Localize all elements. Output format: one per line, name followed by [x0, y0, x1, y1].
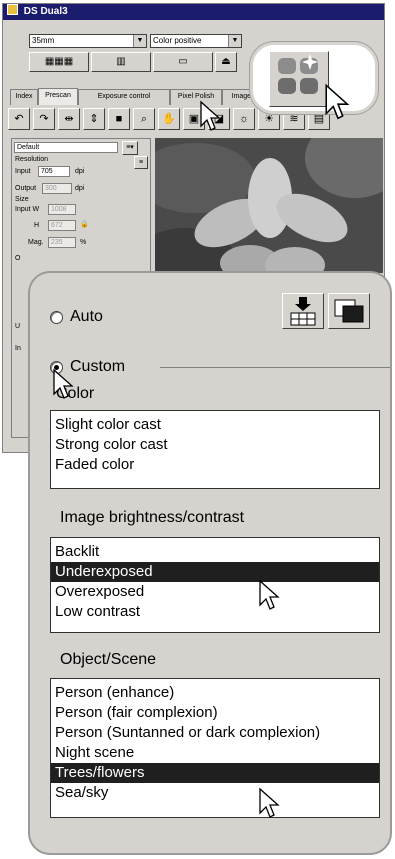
scan-button[interactable]: ▭	[153, 52, 213, 72]
resolution-label: Resolution	[15, 156, 49, 163]
zoom-callout	[250, 42, 378, 120]
brightness-icon[interactable]: ☼	[233, 108, 255, 130]
input-unit: dpi	[75, 168, 85, 175]
flip-horizontal-icon[interactable]: ⇹	[58, 108, 80, 130]
partial-label-o: O	[15, 255, 21, 262]
flip-vertical-icon[interactable]: ⇕	[83, 108, 105, 130]
rotate-right-icon[interactable]: ↷	[33, 108, 55, 130]
list-item[interactable]: Person (enhance)	[51, 683, 379, 703]
rotate-left-icon[interactable]: ↶	[8, 108, 30, 130]
tab-label: Pixel Polish	[177, 93, 215, 100]
pointer-cursor-icon	[325, 83, 350, 120]
download-grid-icon	[290, 297, 316, 326]
chevron-down-icon: ▼	[133, 35, 146, 47]
prescan-preview-image[interactable]	[155, 138, 383, 273]
output-dpi-select[interactable]: 300	[42, 183, 72, 194]
pixel-polish-icon	[278, 54, 318, 94]
title-bar: DS Dual3	[3, 4, 384, 20]
chevron-down-icon: ▼	[228, 35, 241, 47]
input-label: Input	[15, 168, 31, 175]
partial-label-u: U	[15, 323, 21, 330]
size-label: Size	[15, 196, 29, 203]
eject-icon: ⏏	[221, 56, 231, 67]
apply-button[interactable]	[282, 293, 324, 329]
list-item[interactable]: Sea/sky	[51, 783, 379, 803]
list-item[interactable]: Night scene	[51, 743, 379, 763]
tab-label: Exposure control	[97, 93, 151, 100]
color-listbox[interactable]: Slight color cast Strong color cast Fade…	[50, 410, 380, 489]
zoom-icon[interactable]: ⌕	[133, 108, 155, 130]
eject-button[interactable]: ⏏	[215, 52, 237, 72]
film-type-value: Color positive	[153, 36, 202, 45]
input-width-label: Input W	[15, 206, 40, 213]
flower-image	[155, 138, 383, 273]
tab-bar: Index Prescan Exposure control Pixel Pol…	[10, 88, 270, 105]
list-item[interactable]: Person (Suntanned or dark complexion)	[51, 723, 379, 743]
list-item[interactable]: Backlit	[51, 542, 379, 562]
input-width-value: 1008	[51, 206, 67, 213]
brightness-section-title: Image brightness/contrast	[60, 509, 245, 526]
index-scan-button[interactable]: ▦▦▦	[29, 52, 89, 72]
resolution-menu-icon[interactable]: ≡	[134, 156, 148, 169]
pixel-polish-panel: Auto Custom Color Slight color cast Stro…	[28, 271, 392, 855]
output-dpi-value: 300	[45, 185, 57, 192]
window-title: DS Dual3	[23, 6, 68, 17]
custom-divider	[160, 367, 390, 368]
list-item[interactable]: Slight color cast	[51, 415, 379, 435]
height-field[interactable]: 672	[48, 220, 76, 231]
crop-icon[interactable]: ■	[108, 108, 130, 130]
tab-exposure-control[interactable]: Exposure control	[78, 89, 170, 105]
compare-button[interactable]	[328, 293, 370, 329]
output-label: Output	[15, 185, 37, 192]
auto-label: Auto	[70, 308, 103, 325]
lock-icon[interactable]: 🔒	[80, 220, 89, 228]
custom-label: Custom	[70, 358, 126, 375]
pointer-cursor-icon	[200, 100, 221, 131]
film-format-select[interactable]: 35mm ▼	[29, 34, 147, 48]
prescan-button[interactable]: ▥	[91, 52, 151, 72]
tab-label: Index	[15, 93, 33, 100]
preset-menu-icon[interactable]: ≡▾	[122, 141, 138, 155]
film-strip-icon: ▦▦▦	[44, 56, 74, 67]
magnification-field[interactable]: 235	[48, 237, 76, 248]
compare-frames-icon	[334, 299, 364, 323]
tab-label: Prescan	[45, 92, 71, 99]
input-width-field[interactable]: 1008	[48, 204, 76, 215]
list-item-selected[interactable]: Trees/flowers	[51, 763, 379, 783]
tab-index[interactable]: Index	[10, 89, 38, 105]
film-format-value: 35mm	[32, 36, 55, 45]
brightness-listbox[interactable]: Backlit Underexposed Overexposed Low con…	[50, 537, 380, 633]
partial-label-in: In	[15, 345, 21, 352]
hand-icon[interactable]: ✋	[158, 108, 180, 130]
list-item[interactable]: Strong color cast	[51, 435, 379, 455]
preset-select[interactable]: Default	[14, 142, 118, 153]
height-value: 672	[51, 222, 63, 229]
tab-prescan[interactable]: Prescan	[38, 88, 78, 105]
pointer-cursor-icon	[53, 368, 74, 399]
magnification-unit: %	[80, 239, 87, 246]
height-label: H	[34, 222, 40, 229]
list-item[interactable]: Faded color	[51, 455, 379, 475]
app-icon	[7, 4, 18, 15]
film-type-select[interactable]: Color positive ▼	[150, 34, 242, 48]
scene-listbox[interactable]: Person (enhance) Person (fair complexion…	[50, 678, 380, 818]
input-dpi-select[interactable]: 705	[38, 166, 70, 177]
auto-radio[interactable]	[50, 311, 63, 324]
magnification-value: 235	[51, 239, 63, 246]
preset-value: Default	[17, 144, 40, 151]
magnification-label: Mag.	[28, 239, 44, 246]
scene-section-title: Object/Scene	[60, 651, 157, 668]
scan-icon: ▭	[178, 56, 188, 67]
pixel-polish-button[interactable]	[269, 51, 329, 107]
film-frame-icon: ▥	[116, 56, 126, 67]
list-item[interactable]: Low contrast	[51, 602, 379, 622]
pointer-cursor-icon	[259, 579, 280, 610]
list-item-selected[interactable]: Underexposed	[51, 562, 379, 582]
input-dpi-value: 705	[41, 168, 53, 175]
output-unit: dpi	[75, 185, 85, 192]
list-item[interactable]: Overexposed	[51, 582, 379, 602]
list-item[interactable]: Person (fair complexion)	[51, 703, 379, 723]
pointer-cursor-icon	[259, 787, 280, 818]
